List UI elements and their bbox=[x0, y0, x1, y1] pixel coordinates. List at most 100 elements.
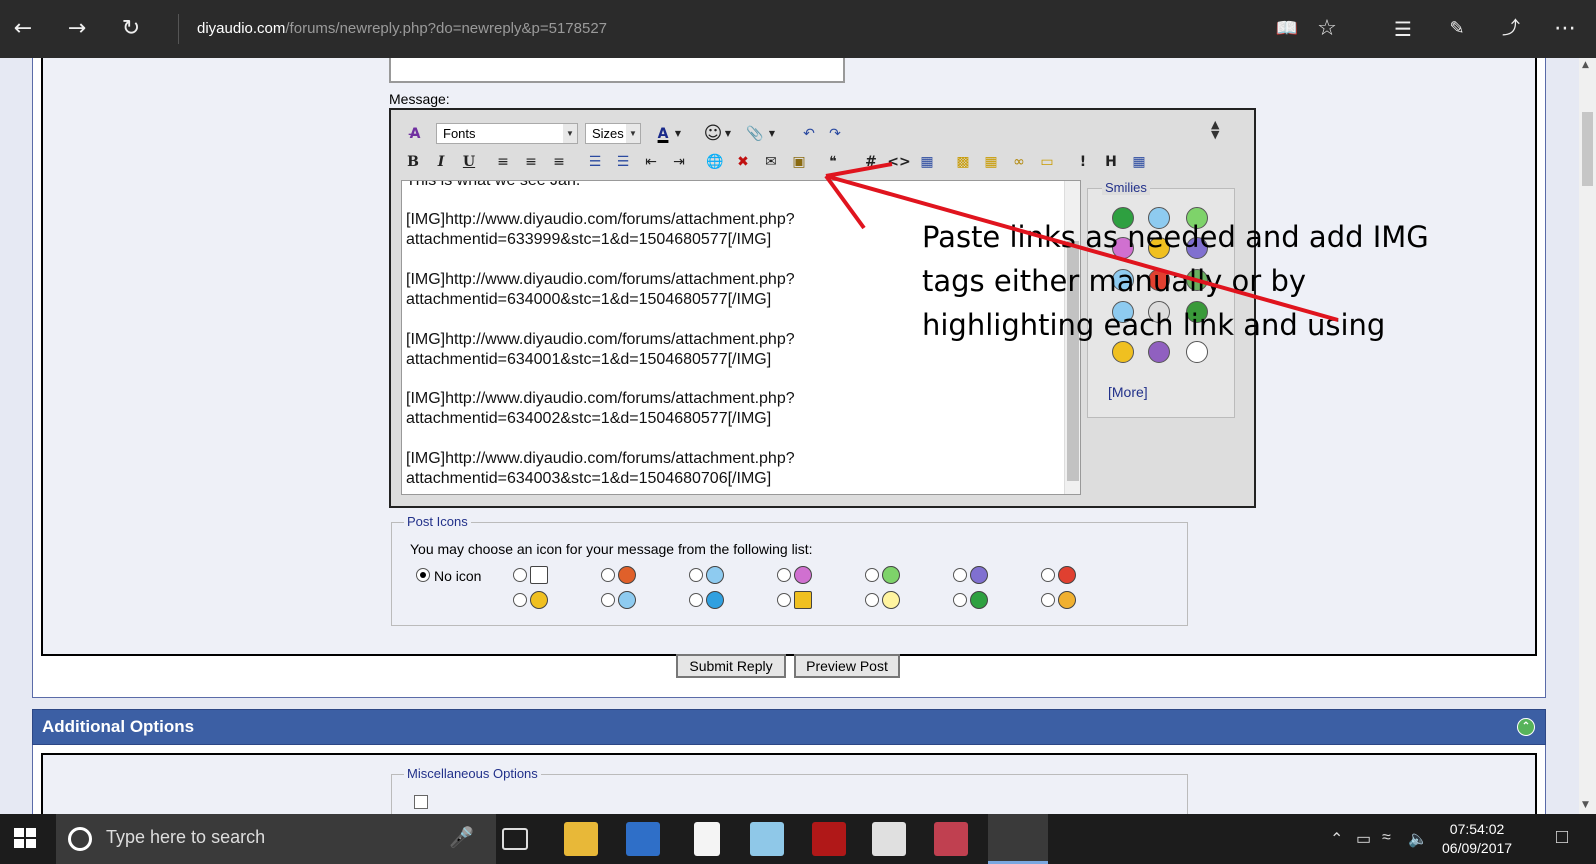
no-icon-radio[interactable] bbox=[416, 568, 430, 582]
reading-view-icon[interactable]: 📖 bbox=[1272, 14, 1302, 44]
italic-icon[interactable]: I bbox=[429, 150, 453, 174]
size-select[interactable]: Sizes ▼ bbox=[585, 123, 641, 144]
volume-icon[interactable]: 🔈 bbox=[1408, 829, 1428, 849]
ticket-icon[interactable]: ▭ bbox=[1035, 150, 1059, 174]
favorites-star-icon[interactable]: ☆ bbox=[1312, 14, 1342, 44]
smiley-insert-icon[interactable]: ☺ bbox=[701, 122, 725, 146]
align-left-icon[interactable]: ≡ bbox=[491, 150, 515, 174]
wrap-php-icon[interactable]: ▩ bbox=[951, 150, 975, 174]
font-select[interactable]: Fonts ▼ bbox=[436, 123, 578, 144]
address-bar[interactable]: diyaudio.com/forums/newreply.php?do=newr… bbox=[178, 14, 1078, 44]
forward-arrow-icon[interactable]: → bbox=[62, 14, 92, 44]
remove-link-icon[interactable]: ✖ bbox=[731, 150, 755, 174]
cortana-circle-icon[interactable] bbox=[68, 827, 92, 851]
file-explorer-icon[interactable] bbox=[564, 822, 598, 856]
post-icon-radio[interactable] bbox=[865, 568, 879, 582]
chain-link-icon[interactable]: ∞ bbox=[1007, 150, 1031, 174]
bold-icon[interactable]: B bbox=[401, 150, 425, 174]
attachment-paperclip-icon[interactable]: 📎 bbox=[743, 122, 767, 146]
thumbs-down-icon bbox=[618, 566, 636, 584]
insert-link-globe-icon[interactable]: 🌐 bbox=[703, 150, 727, 174]
quote-icon[interactable]: ❝ bbox=[821, 150, 845, 174]
font-color-icon[interactable]: A bbox=[651, 122, 675, 146]
resize-toggle-icon[interactable]: ▲ ▼ bbox=[1211, 119, 1219, 140]
smilies-more-link[interactable]: [More] bbox=[1108, 384, 1148, 400]
post-icon-radio[interactable] bbox=[1041, 568, 1055, 582]
edge-browser-icon[interactable] bbox=[988, 814, 1048, 864]
outdent-icon[interactable]: ⇤ bbox=[639, 150, 663, 174]
collapse-chevron-icon[interactable]: ⌃ bbox=[1517, 718, 1535, 736]
scroll-down-icon[interactable]: ▼ bbox=[1582, 800, 1589, 810]
align-right-icon[interactable]: ≡ bbox=[547, 150, 571, 174]
share-icon[interactable]: ⤴ bbox=[1496, 14, 1526, 44]
preview-post-button[interactable]: Preview Post bbox=[794, 654, 900, 678]
book-icon[interactable]: ▦ bbox=[979, 150, 1003, 174]
indent-icon[interactable]: ⇥ bbox=[667, 150, 691, 174]
wrap-html-icon[interactable]: ▦ bbox=[915, 150, 939, 174]
wrap-code-icon[interactable]: <> bbox=[887, 150, 911, 174]
post-icons-legend: Post Icons bbox=[404, 514, 471, 529]
web-note-pen-icon[interactable]: ✎ bbox=[1442, 14, 1472, 44]
additional-options-header[interactable]: Additional Options ⌃ bbox=[32, 709, 1546, 745]
ordered-list-icon[interactable]: ☰ bbox=[583, 150, 607, 174]
page-scrollbar[interactable]: ▲ ▼ bbox=[1579, 58, 1596, 814]
chevron-down-icon: ▼ bbox=[626, 124, 640, 143]
lightbulb-icon bbox=[882, 591, 900, 609]
chevron-down-icon[interactable]: ▼ bbox=[723, 122, 733, 146]
post-icon-radio[interactable] bbox=[689, 593, 703, 607]
align-center-icon[interactable]: ≡ bbox=[519, 150, 543, 174]
underline-icon[interactable]: U bbox=[457, 150, 481, 174]
chevron-up-icon[interactable]: ⌃ bbox=[1330, 829, 1343, 849]
undo-icon[interactable]: ↶ bbox=[797, 122, 821, 146]
post-icon-radio[interactable] bbox=[953, 568, 967, 582]
misc-option-checkbox[interactable] bbox=[414, 795, 428, 809]
back-arrow-icon[interactable]: ← bbox=[8, 14, 38, 44]
clock-date: 06/09/2017 bbox=[1442, 840, 1513, 856]
post-icon-radio[interactable] bbox=[777, 568, 791, 582]
text-line: [IMG]http://www.diyaudio.com/forums/atta… bbox=[406, 331, 795, 348]
post-icon-radio[interactable] bbox=[601, 593, 615, 607]
post-icon-radio[interactable] bbox=[953, 593, 967, 607]
microphone-icon[interactable]: 🎤 bbox=[449, 825, 474, 849]
hub-icon[interactable]: ☰ bbox=[1388, 14, 1418, 44]
document-app-icon[interactable] bbox=[750, 822, 784, 856]
unordered-list-icon[interactable]: ☰ bbox=[611, 150, 635, 174]
page-viewport: Message: A̶ Fonts ▼ Sizes ▼ A ▼ ☺ ▼ 📎 ▼ ↶ … bbox=[0, 58, 1596, 814]
more-dots-icon[interactable]: ⋯ bbox=[1550, 14, 1580, 44]
action-center-icon[interactable]: □ bbox=[1556, 826, 1568, 849]
exclamation-icon[interactable]: ! bbox=[1071, 150, 1095, 174]
redo-icon[interactable]: ↷ bbox=[823, 122, 847, 146]
wifi-icon[interactable]: ≈ bbox=[1382, 829, 1391, 847]
notepad-icon[interactable] bbox=[694, 822, 720, 856]
table-icon[interactable]: ▦ bbox=[1127, 150, 1151, 174]
task-view-icon[interactable] bbox=[502, 828, 528, 850]
scroll-up-icon[interactable]: ▲ bbox=[1582, 60, 1589, 70]
windows-start-icon[interactable] bbox=[14, 828, 38, 850]
email-link-icon[interactable]: ✉ bbox=[759, 150, 783, 174]
scrollbar-thumb[interactable] bbox=[1582, 112, 1593, 186]
calculator-icon[interactable] bbox=[872, 822, 906, 856]
remove-format-icon[interactable]: A̶ bbox=[403, 122, 427, 146]
wrap-hash-tag-icon[interactable]: # bbox=[859, 150, 883, 174]
chevron-down-icon[interactable]: ▼ bbox=[767, 122, 777, 146]
post-icon-radio[interactable] bbox=[513, 593, 527, 607]
title-input-field[interactable] bbox=[389, 58, 845, 83]
chevron-down-icon[interactable]: ▼ bbox=[673, 122, 683, 146]
post-icon-radio[interactable] bbox=[777, 593, 791, 607]
post-icon-radio[interactable] bbox=[513, 568, 527, 582]
taskbar-search-box[interactable]: Type here to search 🎤 bbox=[56, 814, 496, 864]
bank-app-icon[interactable] bbox=[626, 822, 660, 856]
insert-image-icon[interactable]: ▣ bbox=[787, 150, 811, 174]
app-red-icon[interactable] bbox=[812, 822, 846, 856]
post-icon-radio[interactable] bbox=[689, 568, 703, 582]
clock[interactable]: 07:54:02 06/09/2017 bbox=[1442, 820, 1512, 858]
post-icon-radio[interactable] bbox=[865, 593, 879, 607]
submit-reply-button[interactable]: Submit Reply bbox=[676, 654, 786, 678]
search-placeholder: Type here to search bbox=[106, 827, 266, 847]
paint-icon[interactable] bbox=[934, 822, 968, 856]
battery-icon[interactable]: ▭ bbox=[1356, 829, 1371, 849]
horizontal-rule-icon[interactable]: H bbox=[1099, 150, 1123, 174]
refresh-icon[interactable]: ↻ bbox=[116, 14, 146, 44]
post-icon-radio[interactable] bbox=[601, 568, 615, 582]
post-icon-radio[interactable] bbox=[1041, 593, 1055, 607]
